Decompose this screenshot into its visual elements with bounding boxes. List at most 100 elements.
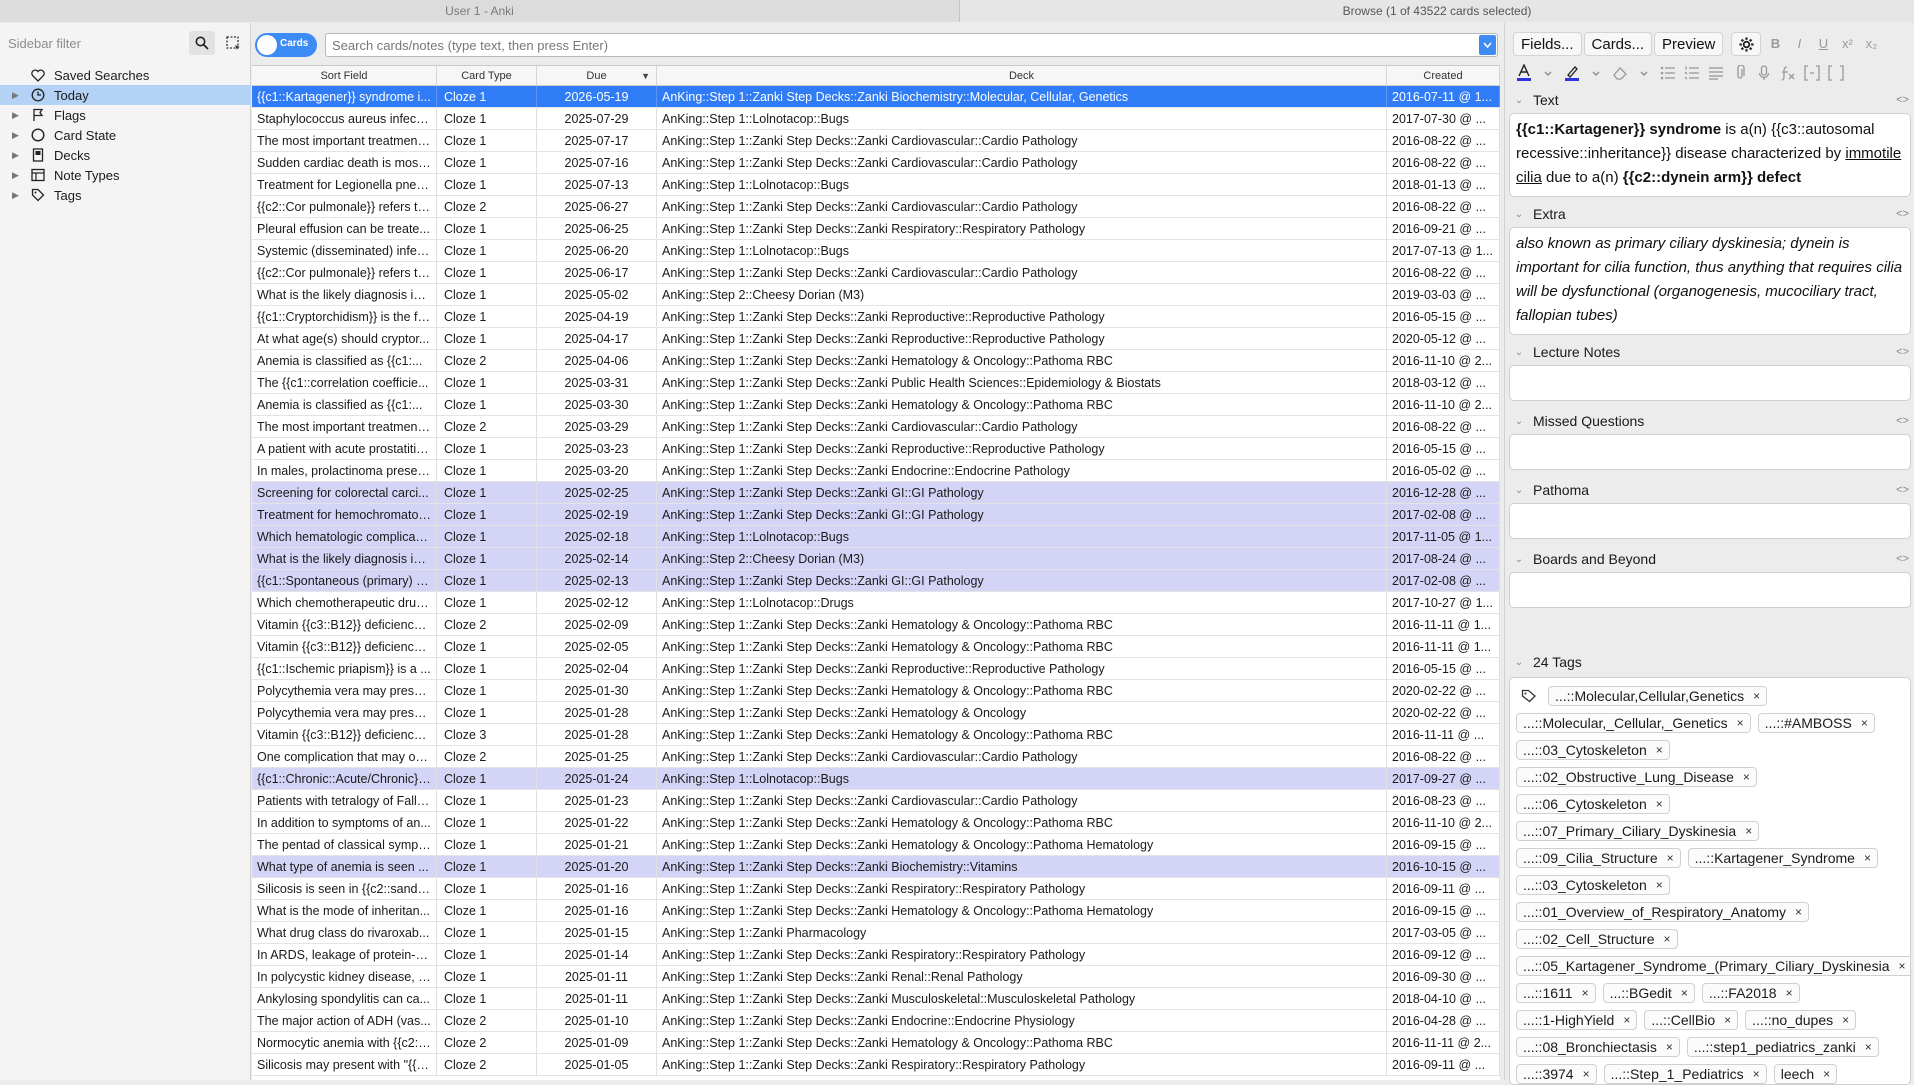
collapse-chevron-icon[interactable]: ⌄	[1505, 209, 1533, 220]
cards-notes-toggle[interactable]: Cards	[255, 33, 317, 57]
field-boards-and-beyond-editor[interactable]	[1509, 572, 1911, 608]
remove-tag-icon[interactable]: ×	[1743, 768, 1750, 787]
tags-label[interactable]: ⌄ 24 Tags	[1505, 651, 1914, 673]
table-row[interactable]: Ankylosing spondylitis can ca... Cloze 12…	[252, 988, 1500, 1010]
remove-tag-icon[interactable]: ×	[1583, 1065, 1590, 1084]
sidebar-item-today[interactable]: ▶ Today	[0, 85, 251, 105]
collapse-chevron-icon[interactable]: ⌄	[1505, 416, 1533, 427]
sidebar-item-card-state[interactable]: ▶ Card State	[0, 125, 251, 145]
sidebar-select-button[interactable]	[220, 31, 246, 55]
field-label-missed-questions[interactable]: ⌄ Missed Questions <>	[1505, 410, 1914, 432]
remove-tag-icon[interactable]: ×	[1753, 1065, 1760, 1084]
remove-tag-icon[interactable]: ×	[1667, 849, 1674, 868]
tag-chip[interactable]: ...::#AMBOSS ×	[1757, 713, 1875, 733]
field-lecture-notes-editor[interactable]	[1509, 365, 1911, 401]
field-label-text[interactable]: ⌄ Text <>	[1505, 89, 1914, 111]
table-row[interactable]: At what age(s) should cryptor... Cloze 12…	[252, 328, 1500, 350]
remove-tag-icon[interactable]: ×	[1795, 903, 1802, 922]
tag-chip[interactable]: ...::FA2018 ×	[1701, 983, 1800, 1003]
expand-arrow-icon[interactable]: ▶	[0, 150, 19, 161]
expand-arrow-icon[interactable]: ▶	[0, 170, 19, 181]
sidebar-item-saved-searches[interactable]: Saved Searches	[0, 65, 251, 85]
table-row[interactable]: Systemic (disseminated) infec... Cloze 12…	[252, 240, 1500, 262]
expand-arrow-icon[interactable]: ▶	[0, 90, 19, 101]
table-row[interactable]: In ARDS, leakage of protein-ri... Cloze 1…	[252, 944, 1500, 966]
table-row[interactable]: Vitamin {{c3::B12}} deficiency ... Cloze …	[252, 614, 1500, 636]
tag-chip[interactable]: ...::08_Bronchiectasis ×	[1516, 1037, 1680, 1057]
table-row[interactable]: {{c1::Chronic::Acute/Chronic}}... Cloze 1…	[252, 768, 1500, 790]
remove-tag-icon[interactable]: ×	[1745, 822, 1752, 841]
tag-chip[interactable]: ...::05_Kartagener_Syndrome_(Primary_Cil…	[1516, 956, 1910, 976]
table-row[interactable]: Treatment for hemochromatos... Cloze 1 202…	[252, 504, 1500, 526]
table-row[interactable]: What is the likely diagnosis in ... Cloze…	[252, 284, 1500, 306]
column-header-sort-field[interactable]: Sort Field	[252, 66, 437, 85]
sidebar-search-button[interactable]	[189, 31, 215, 55]
expand-arrow-icon[interactable]: ▶	[0, 130, 19, 141]
remove-tag-icon[interactable]: ×	[1842, 1011, 1849, 1030]
table-row[interactable]: {{c1::Ischemic priapism}} is a ... Cloze …	[252, 658, 1500, 680]
field-pathoma-editor[interactable]	[1509, 503, 1911, 539]
field-text-editor[interactable]: {{c1::Kartagener}} syndrome is a(n) {{c3…	[1509, 113, 1911, 197]
field-missed-questions-editor[interactable]	[1509, 434, 1911, 470]
html-toggle-icon[interactable]: <>	[1896, 346, 1909, 358]
tag-chip[interactable]: ...::07_Primary_Ciliary_Dyskinesia ×	[1516, 821, 1760, 841]
table-row[interactable]: Staphylococcus aureus infecti... Cloze 12…	[252, 108, 1500, 130]
tag-chip[interactable]: ...::02_Obstructive_Lung_Disease ×	[1516, 767, 1757, 787]
table-row[interactable]: What is the likely diagnosis in ... Cloze…	[252, 548, 1500, 570]
table-row[interactable]: In males, prolactinoma presen... Cloze 12…	[252, 460, 1500, 482]
attach-button[interactable]	[1729, 62, 1751, 84]
remove-tag-icon[interactable]: ×	[1823, 1065, 1830, 1084]
table-row[interactable]: The most important treatment ... Cloze 22…	[252, 416, 1500, 438]
search-history-dropdown[interactable]	[1479, 35, 1496, 55]
tag-editor[interactable]: ...::Molecular,Cellular,Genetics × ...::Mo…	[1509, 677, 1911, 1085]
column-header-deck[interactable]: Deck	[657, 66, 1387, 85]
collapse-chevron-icon[interactable]: ⌄	[1505, 554, 1533, 565]
collapse-chevron-icon[interactable]: ⌄	[1505, 95, 1533, 106]
remove-tag-icon[interactable]: ×	[1656, 876, 1663, 895]
remove-tag-icon[interactable]: ×	[1724, 1011, 1731, 1030]
highlight-color-dropdown[interactable]	[1585, 62, 1607, 84]
field-label-pathoma[interactable]: ⌄ Pathoma <>	[1505, 479, 1914, 501]
table-row[interactable]: A patient with acute prostatitis... Cloze…	[252, 438, 1500, 460]
table-row[interactable]: In addition to symptoms of an... Cloze 12…	[252, 812, 1500, 834]
remove-tag-icon[interactable]: ×	[1623, 1011, 1630, 1030]
underline-button[interactable]: U	[1813, 33, 1833, 55]
tag-chip[interactable]: ...::3974 ×	[1516, 1064, 1597, 1084]
table-row[interactable]: Which hematologic complicati... Cloze 1 20…	[252, 526, 1500, 548]
tag-chip[interactable]: ...::Molecular,_Cellular,_Genetics ×	[1516, 713, 1751, 733]
table-row[interactable]: Patients with tetralogy of Fallo... Cloze…	[252, 790, 1500, 812]
table-row[interactable]: Screening for colorectal carci... Cloze 1…	[252, 482, 1500, 504]
table-row[interactable]: The most important treatment ... Cloze 12…	[252, 130, 1500, 152]
window-tab-main[interactable]: User 1 - Anki	[0, 0, 960, 22]
table-row[interactable]: Vitamin {{c3::B12}} deficiency ... Cloze …	[252, 724, 1500, 746]
tag-chip[interactable]: ...::03_Cytoskeleton ×	[1516, 740, 1670, 760]
superscript-button[interactable]: x²	[1837, 33, 1857, 55]
remove-tag-icon[interactable]: ×	[1865, 1038, 1872, 1057]
table-row[interactable]: {{c1::Spontaneous (primary) b... Cloze 12…	[252, 570, 1500, 592]
remove-tag-icon[interactable]: ×	[1861, 714, 1868, 733]
table-row[interactable]: Silicosis may present with "{{c... Cloze …	[252, 1054, 1500, 1076]
subscript-button[interactable]: x₂	[1861, 33, 1881, 55]
table-row[interactable]: What drug class do rivaroxab... Cloze 1 20…	[252, 922, 1500, 944]
table-row[interactable]: The pentad of classical sympt... Cloze 12…	[252, 834, 1500, 856]
remove-tag-icon[interactable]: ×	[1753, 687, 1760, 706]
remove-tag-icon[interactable]: ×	[1737, 714, 1744, 733]
html-toggle-icon[interactable]: <>	[1896, 94, 1909, 106]
remove-tag-icon[interactable]: ×	[1666, 1038, 1673, 1057]
table-row[interactable]: Which chemotherapeutic drug... Cloze 1 202…	[252, 592, 1500, 614]
preview-button[interactable]: Preview	[1654, 32, 1724, 56]
column-header-created[interactable]: Created	[1387, 66, 1500, 85]
table-row[interactable]: Anemia is classified as {{c1:... Cloze 12…	[252, 394, 1500, 416]
eraser-button[interactable]	[1609, 62, 1631, 84]
remove-tag-icon[interactable]: ×	[1864, 849, 1871, 868]
collapse-chevron-icon[interactable]: ⌄	[1505, 485, 1533, 496]
tag-chip[interactable]: ...::01_Overview_of_Respiratory_Anatomy ×	[1516, 902, 1810, 922]
table-row[interactable]: {{c2::Cor pulmonale}} refers to... Cloze …	[252, 196, 1500, 218]
tag-chip[interactable]: ...::06_Cytoskeleton ×	[1516, 794, 1670, 814]
window-tab-browse[interactable]: Browse (1 of 43522 cards selected)	[960, 0, 1914, 22]
bold-button[interactable]: B	[1765, 33, 1785, 55]
table-row[interactable]: {{c1::Kartagener}} syndrome i... Cloze 12…	[252, 86, 1500, 108]
cards-button[interactable]: Cards...	[1583, 32, 1653, 56]
table-row[interactable]: In polycystic kidney disease, c... Cloze …	[252, 966, 1500, 988]
align-button[interactable]	[1705, 62, 1727, 84]
